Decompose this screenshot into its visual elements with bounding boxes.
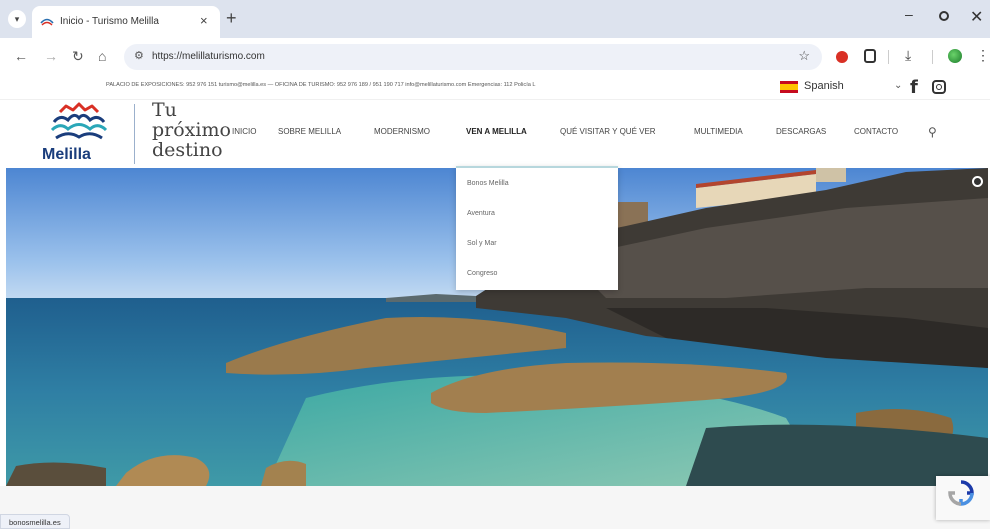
melilla-favicon-icon	[40, 18, 54, 26]
tab-title: Inicio - Turismo Melilla	[60, 16, 159, 27]
tagline-line: destino	[152, 139, 223, 161]
close-window-button[interactable]: ✕	[970, 7, 983, 27]
language-selector[interactable]: Spanish ⌄	[780, 78, 910, 96]
browser-tab[interactable]: Inicio - Turismo Melilla ×	[32, 6, 220, 38]
tagline-line: Tu	[152, 99, 177, 121]
nav-item-que-visitar[interactable]: QUÉ VISITAR Y QUÉ VER	[560, 127, 656, 136]
minimize-button[interactable]: –	[905, 6, 913, 22]
extensions-icon[interactable]	[864, 49, 876, 63]
tab-close-icon[interactable]: ×	[200, 13, 208, 28]
home-icon[interactable]: ⌂	[98, 48, 106, 64]
toolbar-divider	[932, 50, 933, 64]
spain-flag-icon	[780, 81, 798, 93]
recaptcha-icon	[948, 480, 974, 506]
profile-avatar[interactable]	[948, 49, 962, 63]
recaptcha-badge[interactable]	[936, 476, 990, 520]
restore-icon[interactable]	[939, 11, 949, 21]
instagram-icon[interactable]	[932, 80, 946, 94]
nav-item-descargas[interactable]: DESCARGAS	[776, 127, 826, 136]
nav-item-ven-a-melilla[interactable]: VEN A MELILLA	[466, 127, 527, 136]
star-icon[interactable]: ☆	[798, 48, 810, 64]
ven-a-melilla-dropdown: Bonos Melilla Aventura Sol y Mar Congres…	[456, 166, 618, 290]
address-bar[interactable]: ⚙ https://melillaturismo.com ☆	[124, 44, 822, 70]
chevron-down-icon: ⌄	[894, 80, 903, 91]
browser-toolbar: ← → ↻ ⌂ ⚙ https://melillaturismo.com ☆ ⤓…	[0, 38, 990, 74]
browser-tabbar: ▾ Inicio - Turismo Melilla × + – ✕	[0, 0, 990, 38]
slider-dot-icon[interactable]	[972, 176, 983, 187]
reload-icon[interactable]: ↻	[72, 48, 84, 65]
contact-info-text: PALACIO DE EXPOSICIONES: 952 976 151 tur…	[106, 82, 536, 88]
contact-info-bar: PALACIO DE EXPOSICIONES: 952 976 151 tur…	[0, 74, 990, 100]
logo-text: Melilla	[42, 146, 91, 163]
site-settings-icon[interactable]: ⚙	[134, 49, 144, 62]
dropdown-item-bonos-melilla[interactable]: Bonos Melilla	[467, 180, 509, 187]
language-label: Spanish	[804, 80, 844, 92]
dropdown-item-congreso[interactable]: Congreso	[467, 270, 497, 277]
download-icon[interactable]: ⤓	[905, 47, 911, 64]
dropdown-item-aventura[interactable]: Aventura	[467, 210, 495, 217]
status-bar-url: bonosmelilla.es	[0, 514, 70, 529]
facebook-icon[interactable]: f	[910, 77, 918, 98]
url-text[interactable]: https://melillaturismo.com	[152, 51, 265, 62]
tab-list-icon[interactable]: ▾	[8, 10, 26, 28]
back-icon[interactable]: ←	[14, 48, 28, 64]
nav-item-modernismo[interactable]: MODERNISMO	[374, 127, 430, 136]
new-tab-button[interactable]: +	[226, 8, 237, 29]
toolbar-divider	[888, 50, 889, 64]
kebab-icon[interactable]: ⋮	[976, 47, 990, 64]
nav-item-inicio[interactable]: INICIO	[232, 127, 256, 136]
page-below-hero	[0, 486, 990, 529]
forward-icon[interactable]: →	[44, 48, 58, 64]
extension-stop-icon[interactable]	[836, 51, 848, 63]
site-header: Melilla Tu próximo destino INICIO SOBRE …	[0, 100, 990, 168]
search-icon[interactable]: ⚲	[928, 125, 937, 139]
nav-item-sobre-melilla[interactable]: SOBRE MELILLA	[278, 127, 341, 136]
dropdown-item-sol-y-mar[interactable]: Sol y Mar	[467, 240, 497, 247]
main-nav: INICIO SOBRE MELILLA MODERNISMO VEN A ME…	[0, 127, 990, 141]
nav-item-multimedia[interactable]: MULTIMEDIA	[694, 127, 743, 136]
nav-item-contacto[interactable]: CONTACTO	[854, 127, 898, 136]
